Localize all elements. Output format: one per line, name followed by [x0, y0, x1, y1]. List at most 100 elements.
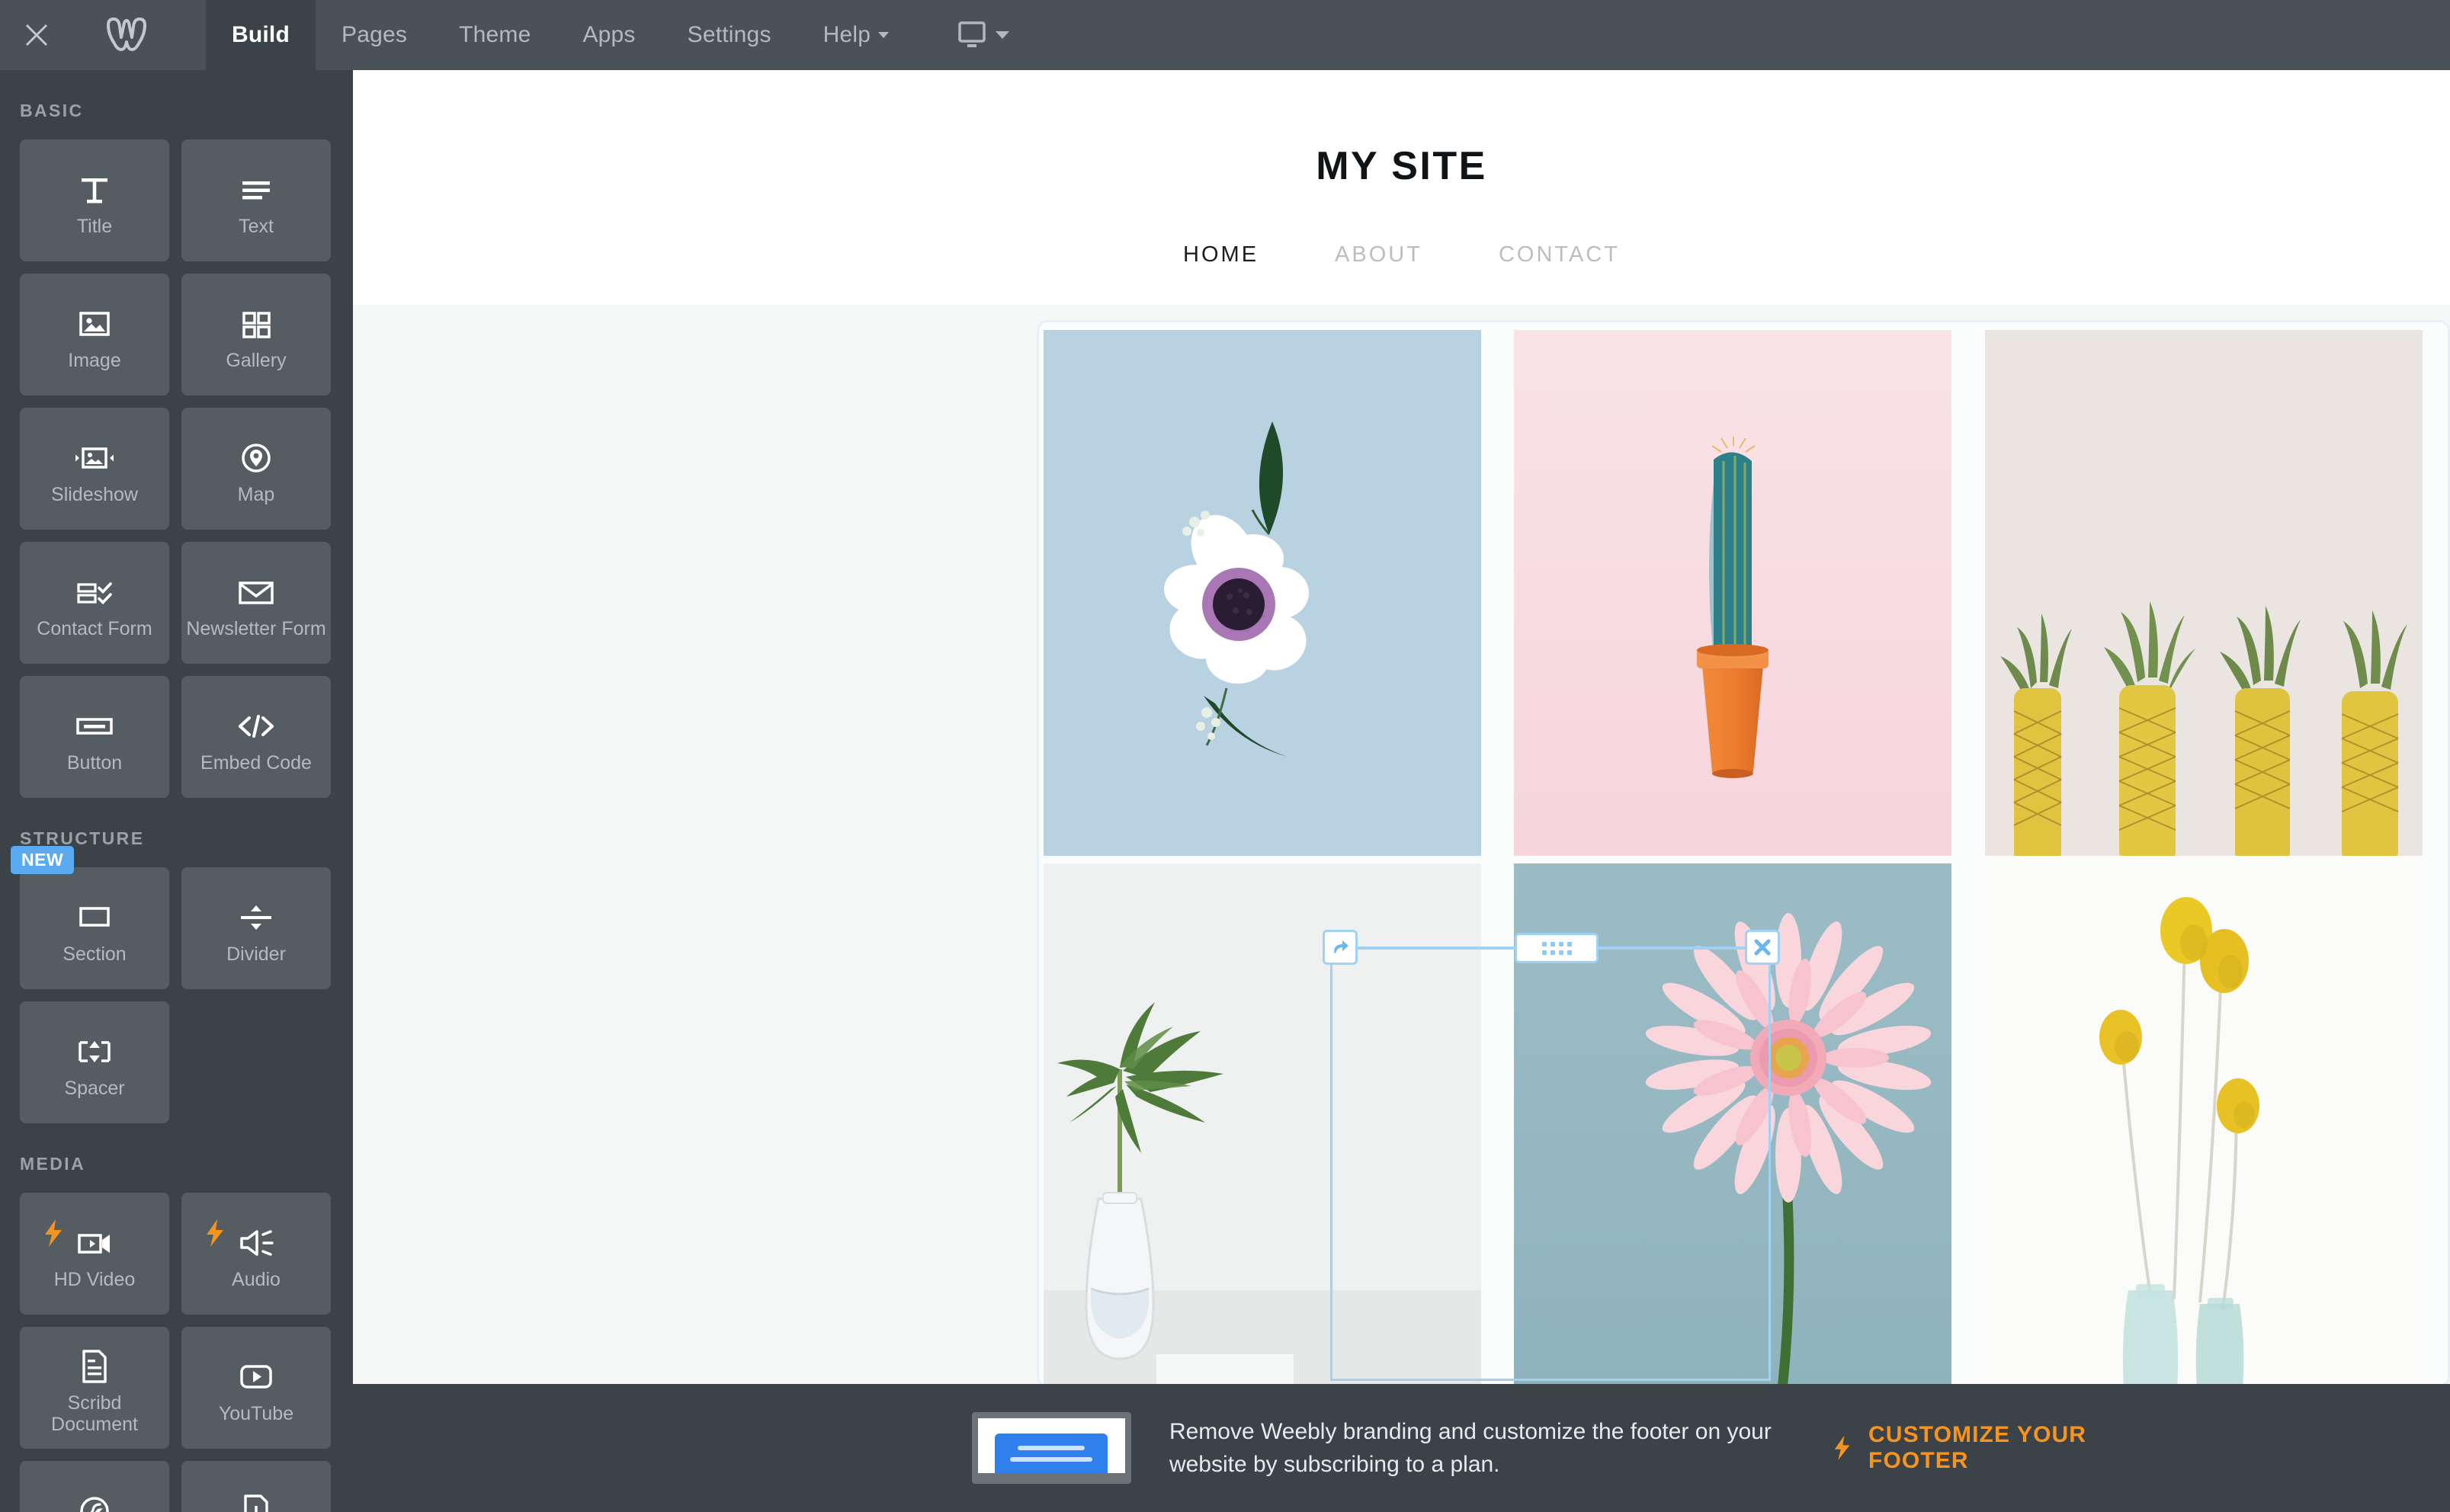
element-tile-text[interactable]: Text — [181, 139, 331, 261]
gallery-image-monstera[interactable] — [1044, 863, 1481, 1384]
tile-label: Slideshow — [51, 484, 138, 505]
element-tile-youtube[interactable]: YouTube — [181, 1327, 331, 1449]
element-tile-image[interactable]: Image — [20, 274, 169, 396]
youtube-play-icon — [235, 1356, 277, 1398]
map-pin-icon — [236, 437, 276, 479]
element-tile-file[interactable]: File — [181, 1461, 331, 1512]
tile-label: Newsletter Form — [186, 618, 326, 639]
element-tile-section[interactable]: NEW Section — [11, 846, 169, 989]
footer-banner-message: Remove Weebly branding and customize the… — [1169, 1418, 1772, 1478]
nav-label: Theme — [459, 22, 531, 47]
desktop-monitor-icon — [958, 21, 986, 47]
chevron-down-icon — [878, 32, 890, 38]
element-tile-embed-code[interactable]: Embed Code — [181, 676, 331, 798]
element-tile-audio[interactable]: Audio — [181, 1193, 331, 1315]
footer-preview-thumbnail — [972, 1412, 1131, 1484]
video-camera-icon — [72, 1222, 117, 1264]
site-nav-link-home[interactable]: HOME — [1183, 242, 1259, 267]
gallery-image-anemone[interactable] — [1044, 330, 1481, 856]
nav-item-pages[interactable]: Pages — [316, 0, 433, 70]
lightning-bolt-icon — [45, 1219, 62, 1247]
chevron-down-icon — [996, 31, 1010, 39]
customize-footer-button[interactable]: CUSTOMIZE YOUR FOOTER — [1833, 1422, 2160, 1474]
nav-item-help[interactable]: Help — [797, 0, 916, 70]
tile-label: Text — [239, 216, 274, 237]
site-nav-link-contact[interactable]: CONTACT — [1499, 242, 1620, 267]
weebly-logo-icon[interactable] — [73, 0, 180, 70]
device-preview-selector[interactable] — [935, 0, 1032, 70]
nav-label: Help — [823, 22, 871, 47]
site-title[interactable]: MY SITE — [1316, 143, 1487, 189]
divider-icon — [235, 896, 277, 939]
section-rectangle-icon — [73, 896, 116, 939]
cta-label: CUSTOMIZE YOUR FOOTER — [1868, 1422, 2087, 1473]
tile-grid-structure: NEW Section Divider Spacer — [11, 846, 333, 1123]
site-header: MY SITE HOME ABOUT CONTACT — [353, 70, 2450, 305]
element-tile-divider[interactable]: Divider — [181, 867, 331, 989]
element-tile-spacer[interactable]: Spacer — [20, 1001, 169, 1123]
nav-label: Pages — [342, 22, 408, 47]
footer-upgrade-banner: Remove Weebly branding and customize the… — [353, 1384, 2450, 1512]
top-toolbar: Build Pages Theme Apps Settings Help — [0, 0, 2450, 70]
text-lines-icon — [236, 168, 276, 211]
close-icon[interactable] — [1745, 930, 1780, 965]
gallery-grid-icon — [236, 303, 276, 345]
section-heading-basic: BASIC — [20, 101, 84, 120]
nav-item-build[interactable]: Build — [206, 0, 316, 70]
nav-item-settings[interactable]: Settings — [662, 0, 797, 70]
slideshow-icon — [71, 437, 118, 479]
envelope-icon — [235, 571, 277, 613]
tile-label: Divider — [226, 943, 286, 965]
nav-label: Apps — [582, 22, 636, 47]
element-tile-gallery[interactable]: Gallery — [181, 274, 331, 396]
close-icon[interactable] — [0, 0, 73, 70]
element-tile-newsletter-form[interactable]: Newsletter Form — [181, 542, 331, 664]
tile-label: HD Video — [53, 1269, 136, 1290]
element-tile-contact-form[interactable]: Contact Form — [20, 542, 169, 664]
element-sidebar[interactable]: BASIC Title Text Image Gallery Slideshow… — [0, 70, 353, 1512]
section-heading-media: MEDIA — [20, 1154, 86, 1174]
embed-code-icon — [233, 705, 279, 748]
file-download-icon — [238, 1490, 274, 1512]
element-tile-slideshow[interactable]: Slideshow — [20, 408, 169, 530]
tile-label: Image — [68, 350, 121, 371]
speaker-icon — [232, 1222, 280, 1264]
image-icon — [75, 303, 114, 345]
nav-item-theme[interactable]: Theme — [433, 0, 556, 70]
tile-label: Button — [66, 752, 123, 774]
element-tile-map[interactable]: Map — [181, 408, 331, 530]
element-tile-scribd-document[interactable]: Scribd Document — [20, 1327, 169, 1449]
gallery-grid — [1039, 322, 2448, 1384]
link-arrow-icon[interactable] — [1323, 930, 1358, 965]
tile-label: YouTube — [218, 1403, 294, 1424]
spacer-icon — [72, 1030, 117, 1073]
lightning-bolt-icon — [207, 1219, 223, 1247]
tile-label: Spacer — [64, 1078, 125, 1099]
lightning-bolt-icon — [1834, 1435, 1850, 1461]
nav-item-apps[interactable]: Apps — [556, 0, 661, 70]
site-nav-link-about[interactable]: ABOUT — [1335, 242, 1422, 267]
document-icon — [76, 1345, 113, 1388]
tile-label: Contact Form — [37, 618, 152, 639]
element-tile-button[interactable]: Button — [20, 676, 169, 798]
tile-grid-basic: Title Text Image Gallery Slideshow Map C… — [20, 139, 333, 798]
gallery-image-cactus[interactable] — [1514, 330, 1952, 856]
gallery-image-craspedia[interactable] — [1984, 863, 2423, 1384]
contact-form-icon — [72, 571, 117, 613]
tile-label: Title — [76, 216, 113, 237]
nav-label: Settings — [687, 22, 771, 47]
nav-label: Build — [232, 22, 290, 47]
title-text-icon — [75, 168, 114, 211]
site-nav: HOME ABOUT CONTACT — [1183, 242, 1620, 267]
drag-handle-icon[interactable] — [1515, 933, 1599, 963]
element-tile-hd-video[interactable]: HD Video — [20, 1193, 169, 1315]
tile-label: Audio — [232, 1269, 281, 1290]
tile-label: Embed Code — [200, 752, 312, 774]
button-icon — [72, 705, 117, 748]
gallery-image-pineapples[interactable] — [1984, 330, 2423, 856]
gallery-element[interactable] — [1037, 320, 2450, 1384]
site-canvas[interactable]: MY SITE HOME ABOUT CONTACT — [353, 70, 2450, 1384]
element-tile-flash[interactable]: Flash — [20, 1461, 169, 1512]
flash-icon — [75, 1490, 114, 1512]
element-tile-title[interactable]: Title — [20, 139, 169, 261]
